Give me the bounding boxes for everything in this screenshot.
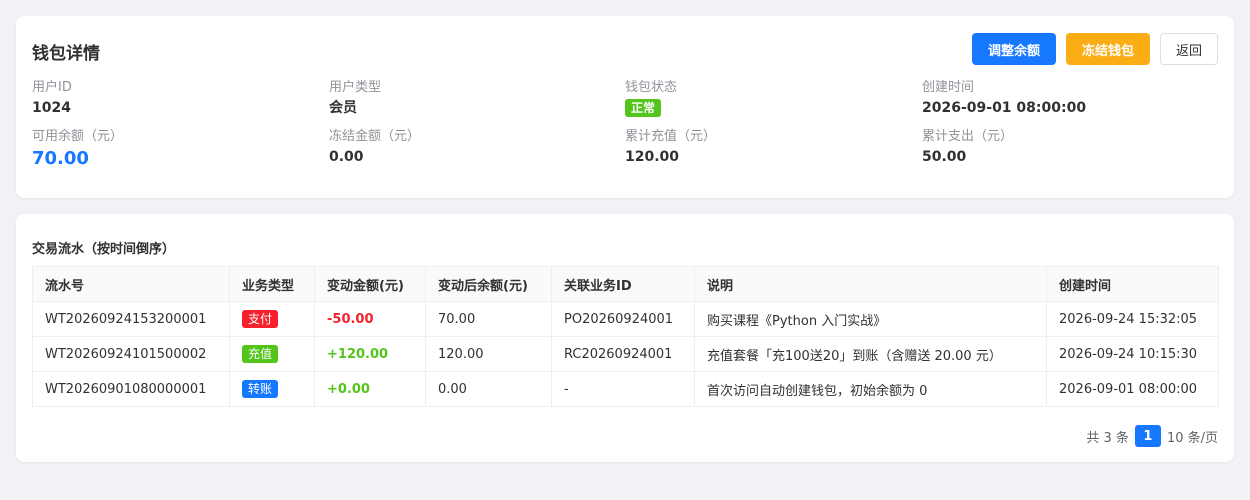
page-title: 钱包详情 [32,44,100,64]
ref-id-cell: PO20260924001 [551,301,695,337]
info-user-type: 用户类型 会员 [329,80,619,117]
info-user-id: 用户ID 1024 [32,80,322,117]
column-header: 业务类型 [229,266,315,302]
page-button-1[interactable]: 1 [1134,425,1161,447]
serial-cell: WT20260924153200001 [32,301,230,337]
info-value: 2026-09-01 08:00:00 [922,100,1087,116]
balance-cell: 70.00 [425,301,552,337]
column-header: 流水号 [32,266,230,302]
serial-cell: WT20260924101500002 [32,336,230,372]
ref-id-cell: - [551,371,695,407]
info-total-expense: 累计支出（元） 50.00 [922,129,1212,166]
info-available-balance: 可用余额（元） 70.00 [32,129,322,171]
info-label: 用户ID [32,80,72,95]
transactions-card: 交易流水（按时间倒序） 流水号 业务类型 变动金额(元) 变动后余额(元) 关联… [16,214,1234,462]
back-button[interactable]: 返回 [1160,33,1218,65]
info-total-recharge: 累计充值（元） 120.00 [625,129,915,166]
type-cell: 充值 [229,336,315,372]
type-badge: 转账 [242,380,279,398]
info-value: 会员 [329,100,357,116]
type-cell: 转账 [229,371,315,407]
amount-cell: +120.00 [314,336,426,372]
column-header: 创建时间 [1046,266,1219,302]
info-label: 累计支出（元） [922,129,1014,144]
info-label: 累计充值（元） [625,129,717,144]
type-badge: 充值 [242,345,279,363]
freeze-wallet-button[interactable]: 冻结钱包 [1066,33,1150,65]
info-label: 用户类型 [329,80,382,95]
table-row: WT20260924101500002 充值 +120.00 120.00 RC… [32,336,1219,372]
created-cell: 2026-09-24 15:32:05 [1046,301,1219,337]
info-value: 50.00 [922,149,967,165]
serial-cell: WT20260901080000001 [32,371,230,407]
balance-cell: 0.00 [425,371,552,407]
page-size-select[interactable]: 10 条/页 [1167,427,1218,446]
type-badge: 支付 [242,310,279,328]
table-row: WT20260924153200001 支付 -50.00 70.00 PO20… [32,301,1219,337]
created-cell: 2026-09-24 10:15:30 [1046,336,1219,372]
table-header-row: 流水号 业务类型 变动金额(元) 变动后余额(元) 关联业务ID 说明 创建时间 [32,266,1219,302]
adjust-balance-button[interactable]: 调整余额 [972,33,1056,65]
header-actions: 调整余额 冻结钱包 返回 [972,33,1218,65]
column-header: 关联业务ID [551,266,695,302]
amount-cell: +0.00 [314,371,426,407]
description-cell: 首次访问自动创建钱包，初始余额为 0 [694,371,1047,407]
info-label: 创建时间 [922,80,975,95]
info-value: 1024 [32,100,71,116]
wallet-detail-card: 钱包详情 调整余额 冻结钱包 返回 用户ID 1024 用户类型 会员 钱包状态… [16,16,1234,198]
pagination: 共 3 条 1 10 条/页 [1086,425,1218,447]
total-count: 共 3 条 [1086,430,1129,446]
column-header: 说明 [694,266,1047,302]
info-created-at: 创建时间 2026-09-01 08:00:00 [922,80,1212,117]
transactions-table: 流水号 业务类型 变动金额(元) 变动后余额(元) 关联业务ID 说明 创建时间… [32,266,1219,407]
info-value: 0.00 [329,149,364,165]
column-header: 变动金额(元) [314,266,426,302]
available-balance-value: 70.00 [32,148,89,169]
ref-id-cell: RC20260924001 [551,336,695,372]
column-header: 变动后余额(元) [425,266,552,302]
description-cell: 购买课程《Python 入门实战》 [694,301,1047,337]
description-cell: 充值套餐「充100送20」到账（含赠送 20.00 元） [694,336,1047,372]
info-frozen-amount: 冻结金额（元） 0.00 [329,129,619,166]
created-cell: 2026-09-01 08:00:00 [1046,371,1219,407]
info-label: 冻结金额（元） [329,129,421,144]
info-value: 120.00 [625,149,680,165]
amount-cell: -50.00 [314,301,426,337]
status-badge: 正常 [625,99,662,117]
type-cell: 支付 [229,301,315,337]
table-row: WT20260901080000001 转账 +0.00 0.00 - 首次访问… [32,371,1219,407]
info-label: 钱包状态 [625,80,678,95]
info-wallet-status: 钱包状态 正常 [625,80,915,117]
section-title: 交易流水（按时间倒序） [32,242,176,257]
info-label: 可用余额（元） [32,129,124,144]
balance-cell: 120.00 [425,336,552,372]
